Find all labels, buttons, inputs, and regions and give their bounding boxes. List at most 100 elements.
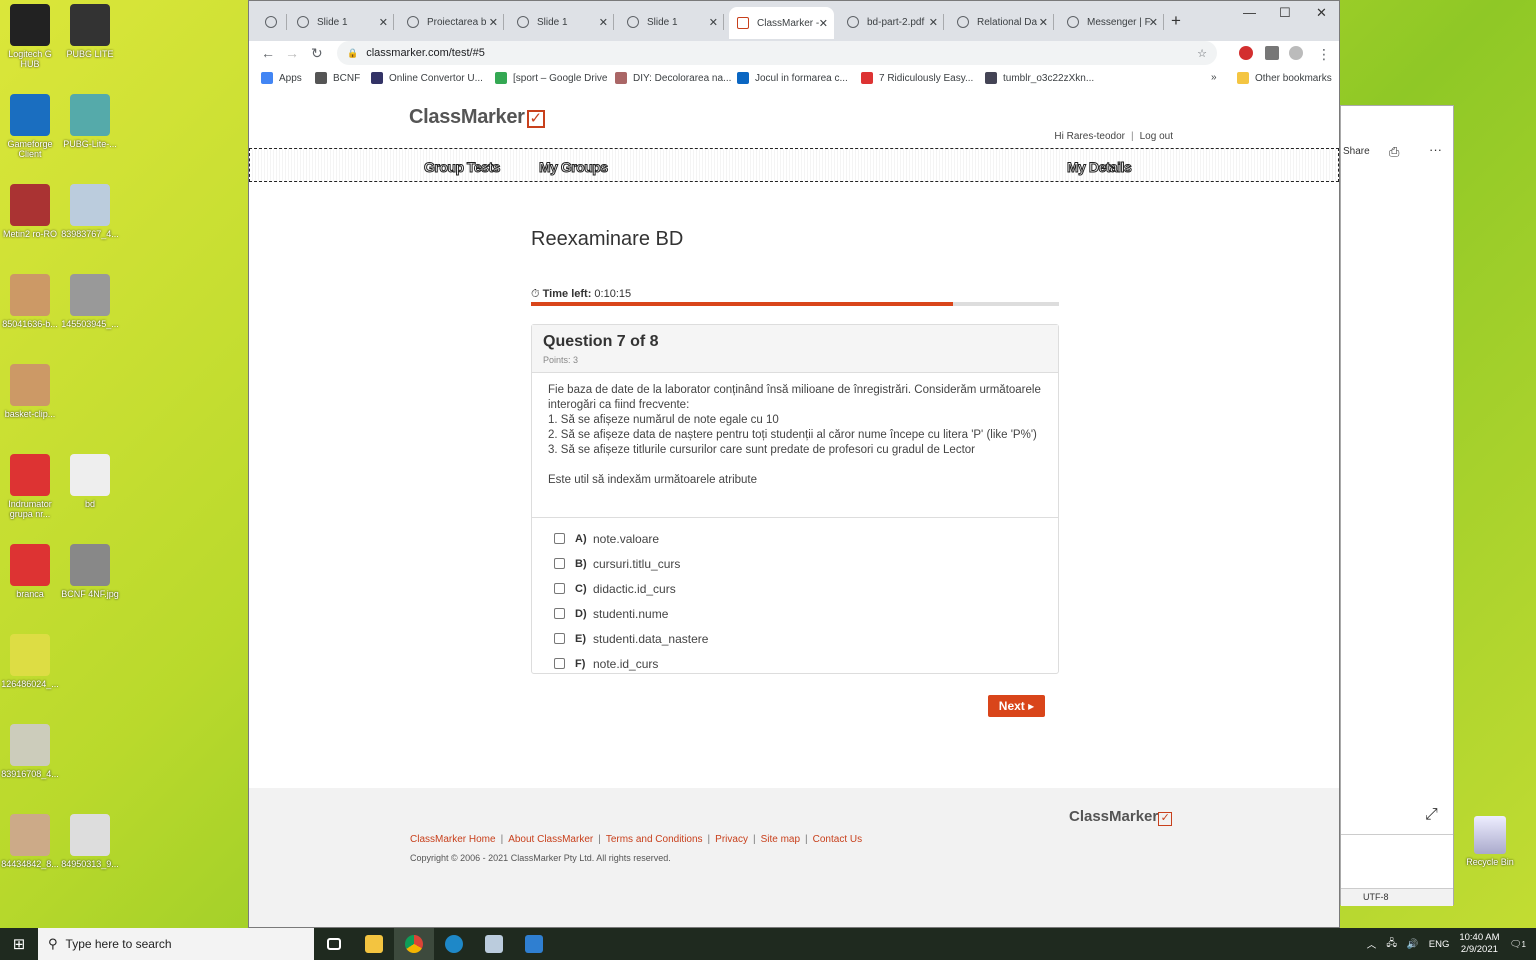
- desktop-icon[interactable]: Metin2 ro-RO: [0, 184, 60, 239]
- nav-my-groups[interactable]: My Groups: [539, 159, 609, 176]
- notifications-icon[interactable]: 🗨1: [1509, 939, 1526, 950]
- address-bar[interactable]: 🔒 classmarker.com/test/#5 ☆: [337, 41, 1217, 65]
- bookmark-item[interactable]: Apps: [261, 72, 302, 84]
- maximize-button[interactable]: ☐: [1279, 5, 1291, 21]
- footer-link[interactable]: Terms and Conditions: [606, 834, 703, 845]
- desktop-icon[interactable]: branca: [0, 544, 60, 599]
- footer-link[interactable]: Privacy: [715, 834, 748, 845]
- menu-icon[interactable]: ⋮: [1317, 46, 1331, 63]
- browser-tab[interactable]: Slide 1 ✕: [509, 9, 614, 35]
- tab-close-icon[interactable]: ✕: [929, 16, 938, 29]
- windows-start-icon[interactable]: ⊞: [0, 928, 38, 960]
- clock[interactable]: 10:40 AM 2/9/2021: [1459, 932, 1499, 956]
- tab-close-icon[interactable]: ✕: [379, 16, 388, 29]
- answer-option[interactable]: E) studenti.data_nastere: [554, 626, 1036, 651]
- nav-group-tests[interactable]: Group Tests: [424, 159, 501, 176]
- desktop-icon[interactable]: Logitech G HUB: [0, 4, 60, 69]
- desktop-icon[interactable]: 145503945_...: [60, 274, 120, 329]
- recycle-bin-icon[interactable]: Recycle Bin: [1460, 816, 1520, 867]
- chrome-icon[interactable]: [394, 928, 434, 960]
- desktop-icon[interactable]: Gameforge Client: [0, 94, 60, 159]
- answer-checkbox[interactable]: [554, 583, 565, 594]
- new-tab-button[interactable]: +: [1171, 11, 1181, 31]
- browser-tab[interactable]: Relational Da ✕: [949, 9, 1054, 35]
- profile-avatar[interactable]: [1289, 46, 1303, 60]
- task-view-icon[interactable]: [314, 928, 354, 960]
- desktop-icon[interactable]: bd: [60, 454, 120, 509]
- forward-button[interactable]: →: [285, 45, 299, 61]
- minimize-button[interactable]: —: [1243, 5, 1256, 20]
- answer-option[interactable]: C) didactic.id_curs: [554, 576, 1036, 601]
- desktop-icon[interactable]: BCNF 4NF.jpg: [60, 544, 120, 599]
- edge-icon[interactable]: [434, 928, 474, 960]
- bookmark-item[interactable]: [sport – Google Drive: [495, 72, 608, 84]
- app-icon[interactable]: [474, 928, 514, 960]
- tab-active[interactable]: ClassMarker - ✕: [729, 7, 834, 39]
- tab-close-icon[interactable]: ✕: [489, 16, 498, 29]
- close-window-button[interactable]: ✕: [1316, 5, 1327, 21]
- browser-tab[interactable]: [257, 9, 287, 35]
- answer-checkbox[interactable]: [554, 608, 565, 619]
- logout-link[interactable]: Log out: [1140, 131, 1173, 142]
- footer-link[interactable]: About ClassMarker: [508, 834, 593, 845]
- language-indicator[interactable]: ENG: [1429, 939, 1450, 950]
- tab-close-icon[interactable]: ✕: [709, 16, 718, 29]
- desktop-icon[interactable]: 83916708_4...: [0, 724, 60, 779]
- bookmark-item[interactable]: tumblr_o3c22zXkn...: [985, 72, 1094, 84]
- answer-option[interactable]: D) studenti.nume: [554, 601, 1036, 626]
- extensions-icon[interactable]: [1265, 46, 1279, 60]
- taskbar-search[interactable]: ⚲ Type here to search: [38, 928, 314, 960]
- browser-tab[interactable]: Proiectarea b ✕: [399, 9, 504, 35]
- bookmark-item[interactable]: DIY: Decolorarea na...: [615, 72, 731, 84]
- bookmark-item[interactable]: Other bookmarks: [1237, 72, 1332, 84]
- desktop-icon[interactable]: 84950313_9...: [60, 814, 120, 869]
- tab-close-icon[interactable]: ✕: [1149, 16, 1158, 29]
- next-button[interactable]: Next ▸: [988, 695, 1045, 717]
- adblock-icon[interactable]: [1239, 46, 1253, 60]
- tab-close-icon[interactable]: ✕: [599, 16, 608, 29]
- file-explorer-icon[interactable]: [354, 928, 394, 960]
- answer-option[interactable]: F) note.id_curs: [554, 651, 1036, 676]
- answer-option[interactable]: B) cursuri.titlu_curs: [554, 551, 1036, 576]
- tab-close-icon[interactable]: ✕: [819, 17, 828, 30]
- browser-tab[interactable]: Messenger | F ✕: [1059, 9, 1164, 35]
- footer-link[interactable]: Contact Us: [813, 834, 862, 845]
- desktop-icon[interactable]: 83983767_4...: [60, 184, 120, 239]
- footer-logo[interactable]: ClassMarker ✓: [1069, 808, 1173, 826]
- desktop-icon[interactable]: 85041636-b...: [0, 274, 60, 329]
- browser-tab[interactable]: Slide 1 ✕: [619, 9, 724, 35]
- paint-icon[interactable]: [514, 928, 554, 960]
- bookmark-item[interactable]: 7 Ridiculously Easy...: [861, 72, 973, 84]
- reload-button[interactable]: ↻: [311, 45, 323, 62]
- desktop-icon[interactable]: 126486024_...: [0, 634, 60, 689]
- answer-checkbox[interactable]: [554, 633, 565, 644]
- footer-link[interactable]: ClassMarker Home: [410, 834, 496, 845]
- answer-checkbox[interactable]: [554, 533, 565, 544]
- star-icon[interactable]: ☆: [1197, 47, 1207, 60]
- desktop-icon[interactable]: PUBG LITE: [60, 4, 120, 59]
- expand-icon[interactable]: ⤢: [1425, 806, 1438, 824]
- answer-option[interactable]: A) note.valoare: [554, 526, 1036, 551]
- desktop-icon[interactable]: PUBG-Lite-...: [60, 94, 120, 149]
- desktop-icon[interactable]: 84434842_8...: [0, 814, 60, 869]
- side-window[interactable]: Share ⎙ ··· ⤢ UTF-8: [1340, 105, 1454, 906]
- answer-checkbox[interactable]: [554, 658, 565, 669]
- volume-icon[interactable]: 🔊: [1407, 939, 1419, 950]
- browser-tab[interactable]: Slide 1 ✕: [289, 9, 394, 35]
- print-icon[interactable]: ⎙: [1389, 144, 1399, 160]
- desktop-icon[interactable]: basket-clip...: [0, 364, 60, 419]
- bookmarks-overflow-icon[interactable]: »: [1211, 72, 1217, 83]
- footer-link[interactable]: Site map: [761, 834, 800, 845]
- bookmark-item[interactable]: Online Convertor U...: [371, 72, 483, 84]
- share-button[interactable]: Share: [1343, 146, 1370, 157]
- desktop-icon[interactable]: Indrumator grupa nr...: [0, 454, 60, 519]
- answer-checkbox[interactable]: [554, 558, 565, 569]
- nav-my-details[interactable]: My Details: [1066, 159, 1132, 176]
- browser-tab[interactable]: bd-part-2.pdf ✕: [839, 9, 944, 35]
- bookmark-item[interactable]: Jocul in formarea c...: [737, 72, 848, 84]
- classmarker-logo[interactable]: ClassMarker ✓: [409, 106, 545, 129]
- tab-close-icon[interactable]: ✕: [1039, 16, 1048, 29]
- network-icon[interactable]: 🖧: [1386, 936, 1397, 952]
- back-button[interactable]: ←: [261, 45, 275, 61]
- more-icon[interactable]: ···: [1429, 142, 1442, 157]
